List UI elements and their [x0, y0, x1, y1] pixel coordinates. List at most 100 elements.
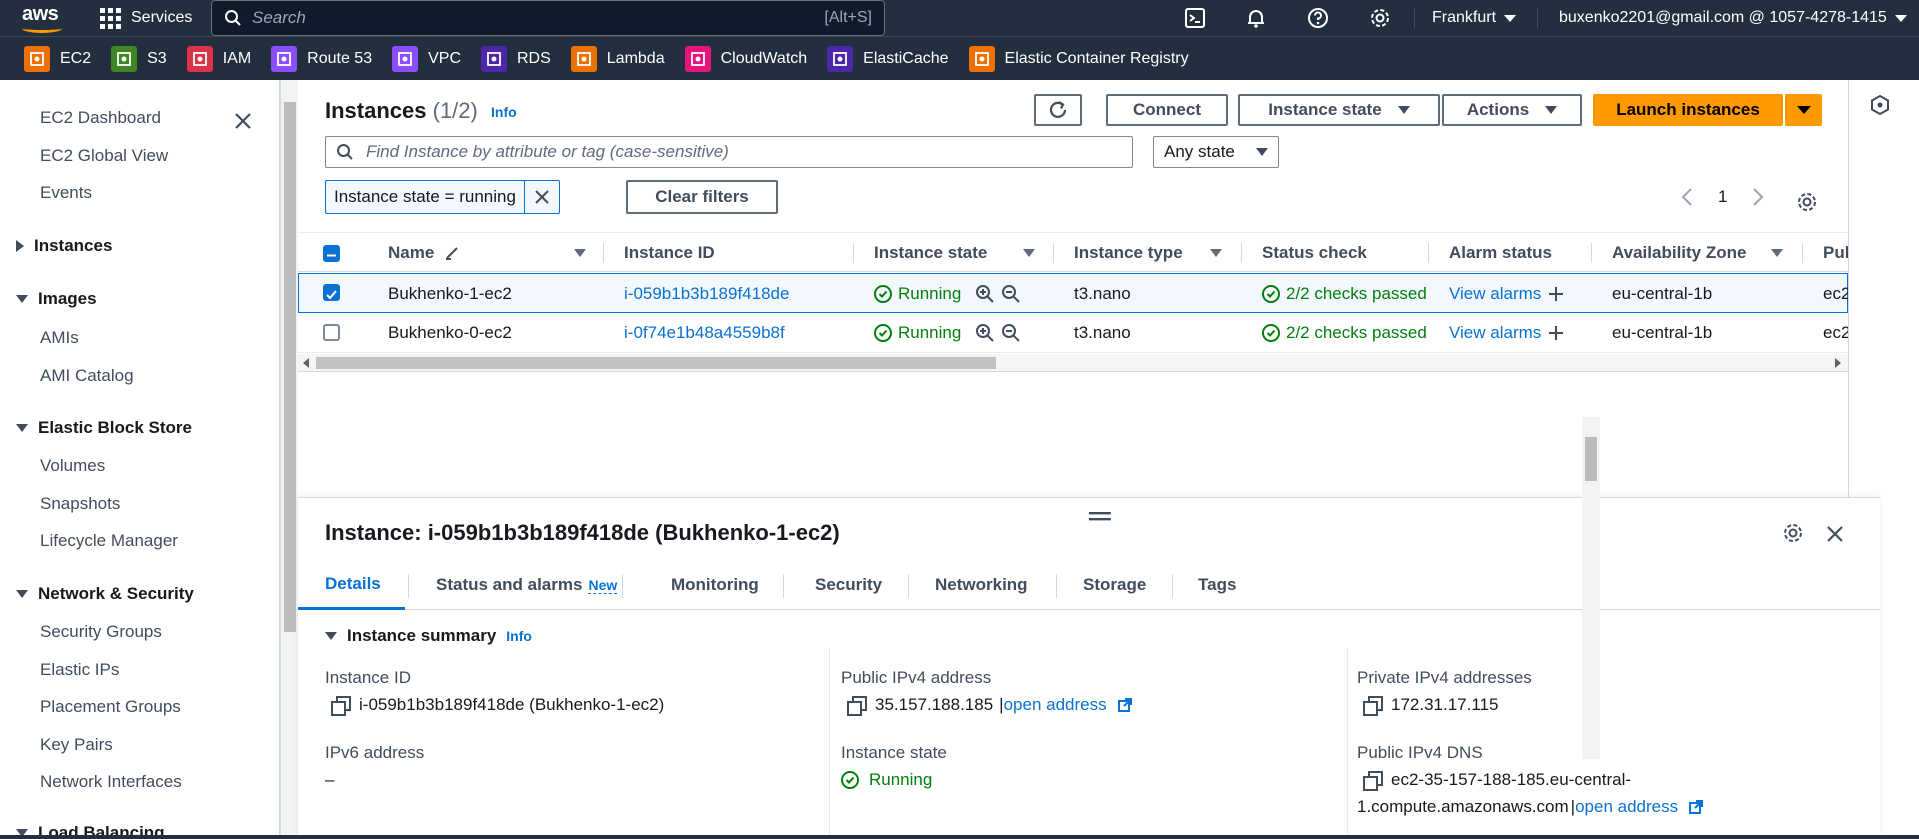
details-scrollbar[interactable]: [1582, 417, 1600, 759]
column-header-public-dns[interactable]: Pul: [1823, 233, 1848, 273]
sidebar-section-network-security[interactable]: Network & Security: [16, 584, 194, 604]
scroll-left-icon[interactable]: [302, 358, 310, 368]
sidebar-item-events[interactable]: Events: [40, 183, 92, 203]
instance-state-button[interactable]: Instance state: [1238, 94, 1440, 126]
info-link[interactable]: Info: [506, 628, 532, 644]
tab-security[interactable]: Security: [815, 560, 882, 610]
scroll-right-icon[interactable]: [1834, 358, 1842, 368]
sidebar-item-ami-catalog[interactable]: AMI Catalog: [40, 366, 134, 386]
instance-summary-toggle[interactable]: Instance summary Info: [325, 626, 532, 646]
zoom-out-icon[interactable]: [1001, 284, 1021, 304]
sidebar-item-security-groups[interactable]: Security Groups: [40, 622, 162, 642]
actions-button[interactable]: Actions: [1442, 94, 1582, 126]
copy-icon[interactable]: [1363, 696, 1383, 716]
favorite-iam[interactable]: IAM: [186, 45, 251, 72]
favorite-ec2[interactable]: EC2: [24, 45, 91, 72]
instance-filter-input[interactable]: Find Instance by attribute or tag (case-…: [325, 136, 1133, 168]
copy-icon[interactable]: [1363, 771, 1383, 791]
connect-button[interactable]: Connect: [1106, 94, 1228, 126]
favorite-s3[interactable]: S3: [111, 45, 167, 72]
favorite-cloudwatch[interactable]: CloudWatch: [684, 45, 807, 72]
tab-storage[interactable]: Storage: [1083, 560, 1146, 610]
services-menu[interactable]: Services: [100, 0, 192, 36]
notifications-icon[interactable]: [1244, 6, 1268, 30]
row-checkbox[interactable]: [323, 284, 340, 301]
launch-instances-button[interactable]: Launch instances: [1593, 94, 1783, 126]
region-selector[interactable]: Frankfurt: [1432, 0, 1517, 36]
scrollbar-thumb[interactable]: [284, 102, 296, 632]
launch-instances-dropdown[interactable]: [1784, 94, 1822, 126]
table-preferences-icon[interactable]: [1796, 191, 1818, 213]
copy-icon[interactable]: [331, 696, 351, 716]
table-row[interactable]: Bukhenko-1-ec2 i-059b1b3b189f418de Runni…: [298, 273, 1848, 313]
zoom-out-icon[interactable]: [1001, 323, 1021, 343]
sidebar-item-key-pairs[interactable]: Key Pairs: [40, 735, 113, 755]
sidebar-section-images[interactable]: Images: [16, 289, 97, 309]
sort-icon[interactable]: [1023, 249, 1035, 257]
plus-icon[interactable]: [1547, 285, 1565, 303]
sidebar-item-placement-groups[interactable]: Placement Groups: [40, 697, 181, 717]
column-header-instance-id[interactable]: Instance ID: [624, 233, 715, 273]
tools-panel-icon[interactable]: [1869, 94, 1891, 116]
tab-tags[interactable]: Tags: [1198, 560, 1236, 610]
sidebar-item-lifecycle-manager[interactable]: Lifecycle Manager: [40, 531, 178, 551]
open-address-link[interactable]: open address: [1004, 695, 1107, 714]
favorite-vpc[interactable]: VPC: [392, 45, 461, 72]
sort-icon[interactable]: [1210, 249, 1222, 257]
column-header-availability-zone[interactable]: Availability Zone: [1612, 233, 1746, 273]
sort-icon[interactable]: [574, 249, 586, 257]
cell-instance-id[interactable]: i-059b1b3b189f418de: [624, 274, 789, 314]
global-search-input[interactable]: Search [Alt+S]: [211, 0, 885, 36]
state-select[interactable]: Any state: [1153, 136, 1279, 168]
table-horizontal-scrollbar[interactable]: [298, 354, 1848, 372]
sidebar-section-instances[interactable]: Instances: [16, 236, 112, 256]
refresh-button[interactable]: [1034, 94, 1082, 126]
copy-icon[interactable]: [847, 696, 867, 716]
favorite-rds[interactable]: RDS: [481, 45, 551, 72]
favorite-lambda[interactable]: Lambda: [570, 45, 665, 72]
sidebar-item-amis[interactable]: AMIs: [40, 328, 79, 348]
help-icon[interactable]: [1306, 6, 1330, 30]
chevron-left-icon[interactable]: [1680, 187, 1694, 207]
scrollbar-thumb[interactable]: [1585, 437, 1597, 481]
cell-instance-id[interactable]: i-0f74e1b48a4559b8f: [624, 313, 785, 353]
favorite-elasticache[interactable]: ElastiCache: [827, 45, 949, 72]
column-header-instance-type[interactable]: Instance type: [1074, 233, 1183, 273]
info-link[interactable]: Info: [491, 104, 517, 120]
column-header-status-check[interactable]: Status check: [1262, 233, 1367, 273]
tab-status-and-alarms[interactable]: Status and alarms New: [436, 560, 618, 610]
column-header-alarm-status[interactable]: Alarm status: [1449, 233, 1552, 273]
tab-networking[interactable]: Networking: [935, 560, 1028, 610]
settings-icon[interactable]: [1782, 522, 1804, 544]
table-row[interactable]: Bukhenko-0-ec2 i-0f74e1b48a4559b8f Runni…: [298, 313, 1848, 353]
zoom-in-icon[interactable]: [975, 284, 995, 304]
sidebar-item-volumes[interactable]: Volumes: [40, 456, 105, 476]
sidebar-item-ec2-dashboard[interactable]: EC2 Dashboard: [40, 108, 161, 128]
open-address-link[interactable]: open address: [1575, 797, 1678, 816]
sidebar-scrollbar[interactable]: [280, 80, 298, 839]
sidebar-item-ec2-global-view[interactable]: EC2 Global View: [40, 146, 168, 166]
external-link-icon[interactable]: [1688, 799, 1704, 815]
close-icon[interactable]: [232, 110, 254, 132]
plus-icon[interactable]: [1547, 324, 1565, 342]
aws-logo[interactable]: aws: [18, 2, 68, 34]
cloudshell-icon[interactable]: [1183, 6, 1207, 30]
page-number[interactable]: 1: [1718, 187, 1727, 207]
sidebar-item-snapshots[interactable]: Snapshots: [40, 494, 120, 514]
clear-filters-button[interactable]: Clear filters: [626, 180, 778, 214]
favorite-ecr[interactable]: Elastic Container Registry: [968, 45, 1189, 72]
zoom-in-icon[interactable]: [975, 323, 995, 343]
chevron-right-icon[interactable]: [1751, 187, 1765, 207]
cell-alarm-status[interactable]: View alarms: [1449, 274, 1565, 314]
tab-monitoring[interactable]: Monitoring: [671, 560, 759, 610]
remove-filter-button[interactable]: [525, 181, 559, 213]
close-icon[interactable]: [1825, 524, 1845, 544]
sidebar-section-ebs[interactable]: Elastic Block Store: [16, 418, 192, 438]
view-alarms-link[interactable]: View alarms: [1449, 323, 1541, 343]
sort-icon[interactable]: [1771, 249, 1783, 257]
tab-details[interactable]: Details: [298, 560, 405, 610]
settings-icon[interactable]: [1368, 6, 1392, 30]
sidebar-item-elastic-ips[interactable]: Elastic IPs: [40, 660, 119, 680]
row-checkbox[interactable]: [323, 324, 340, 341]
external-link-icon[interactable]: [1117, 697, 1133, 713]
